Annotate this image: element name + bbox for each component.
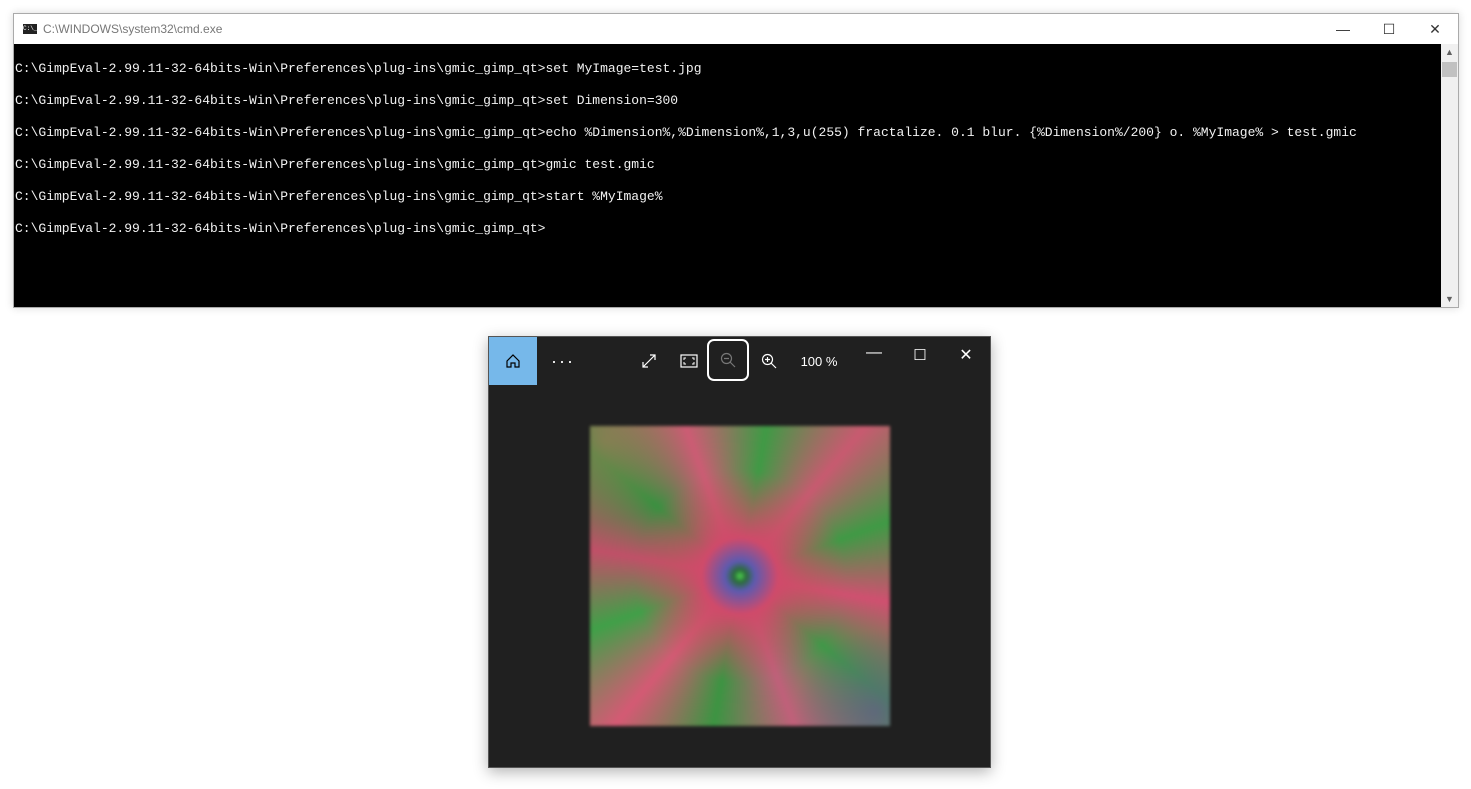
fractal-image (590, 426, 890, 726)
close-button[interactable]: ✕ (1412, 14, 1458, 44)
cmd-title-bar[interactable]: C:\_ C:\WINDOWS\system32\cmd.exe — ☐ ✕ (14, 14, 1458, 44)
photos-maximize-button[interactable]: ☐ (897, 331, 943, 379)
more-icon: ··· (551, 350, 575, 371)
cmd-window-title: C:\WINDOWS\system32\cmd.exe (43, 22, 223, 36)
zoom-out-icon (720, 352, 736, 368)
home-button[interactable] (489, 337, 537, 385)
console-line: C:\GimpEval-2.99.11-32-64bits-Win\Prefer… (15, 125, 1357, 140)
scrollbar-thumb[interactable] (1442, 62, 1457, 77)
expand-icon (642, 354, 656, 368)
more-options-button[interactable]: ··· (541, 337, 585, 385)
console-output[interactable]: C:\GimpEval-2.99.11-32-64bits-Win\Prefer… (14, 44, 1441, 307)
home-icon (506, 354, 520, 368)
console-line: C:\GimpEval-2.99.11-32-64bits-Win\Prefer… (15, 93, 679, 108)
zoom-out-button[interactable] (707, 339, 749, 381)
console-line: C:\GimpEval-2.99.11-32-64bits-Win\Prefer… (15, 189, 663, 204)
zoom-in-button[interactable] (749, 337, 789, 385)
vertical-scrollbar[interactable]: ▲ ▼ (1441, 44, 1458, 307)
full-screen-button[interactable] (629, 337, 669, 385)
photos-close-button[interactable]: ✕ (943, 331, 989, 379)
cmd-window: C:\_ C:\WINDOWS\system32\cmd.exe — ☐ ✕ C… (13, 13, 1459, 308)
scroll-down-icon[interactable]: ▼ (1441, 294, 1458, 304)
scroll-up-icon[interactable]: ▲ (1441, 47, 1458, 57)
zoom-in-icon (761, 353, 777, 369)
photos-viewer-window: ··· 100 % — ☐ ✕ (488, 336, 991, 768)
console-line: C:\GimpEval-2.99.11-32-64bits-Win\Prefer… (15, 221, 546, 236)
zoom-level[interactable]: 100 % (789, 337, 849, 385)
cmd-icon: C:\_ (23, 24, 38, 34)
minimize-button[interactable]: — (1320, 14, 1366, 44)
fit-icon (680, 354, 698, 368)
maximize-button[interactable]: ☐ (1366, 14, 1412, 44)
console-line: C:\GimpEval-2.99.11-32-64bits-Win\Prefer… (15, 61, 702, 76)
console-line: C:\GimpEval-2.99.11-32-64bits-Win\Prefer… (15, 157, 655, 172)
photos-minimize-button[interactable]: — (851, 329, 897, 377)
fit-to-window-button[interactable] (669, 337, 709, 385)
